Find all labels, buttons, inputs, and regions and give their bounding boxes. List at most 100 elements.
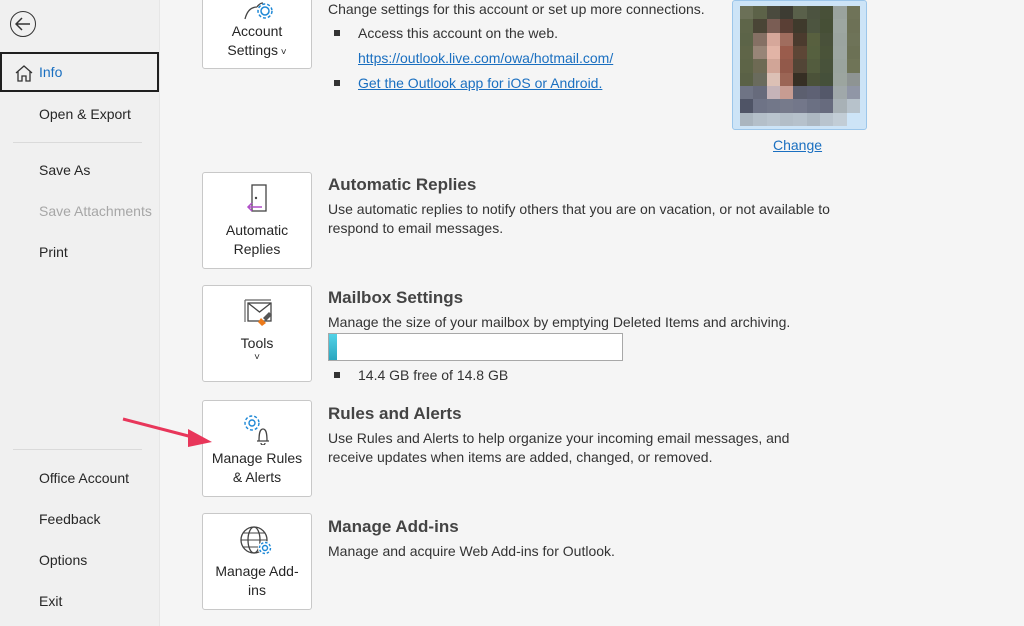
avatar-pixel bbox=[833, 6, 847, 20]
account-settings-button[interactable]: Account Settings ˅ bbox=[202, 0, 312, 69]
manage-addins-section: Manage Add-ins Manage and acquire Web Ad… bbox=[328, 517, 838, 561]
automatic-replies-button[interactable]: Automatic Replies bbox=[202, 172, 312, 269]
avatar-pixel bbox=[819, 45, 834, 60]
globe-settings-icon bbox=[240, 526, 272, 555]
avatar-pixel bbox=[819, 72, 834, 86]
sidebar-item-label: Print bbox=[39, 244, 68, 260]
sidebar-item-office-account[interactable]: Office Account bbox=[0, 458, 160, 498]
section-description: Manage and acquire Web Add-ins for Outlo… bbox=[328, 543, 615, 559]
avatar-pixel bbox=[806, 19, 820, 33]
chevron-down-icon: ˅ bbox=[254, 352, 260, 363]
pixelated-avatar bbox=[740, 6, 860, 126]
account-settings-icon bbox=[244, 2, 273, 20]
avatar-pixel bbox=[740, 45, 754, 60]
sidebar-item-options[interactable]: Options bbox=[0, 540, 160, 580]
rules-alerts-icon bbox=[244, 415, 269, 445]
avatar-pixel bbox=[740, 19, 754, 33]
avatar-pixel bbox=[806, 6, 820, 20]
tile-label: Manage Add-ins bbox=[215, 563, 299, 598]
avatar-pixel bbox=[779, 19, 794, 33]
avatar-pixel bbox=[740, 85, 754, 100]
avatar-pixel bbox=[819, 85, 834, 100]
avatar-pixel bbox=[753, 112, 767, 126]
profile-photo[interactable] bbox=[732, 0, 867, 130]
avatar-pixel bbox=[806, 112, 820, 126]
avatar-pixel bbox=[806, 99, 820, 113]
avatar-pixel bbox=[793, 19, 807, 33]
home-icon bbox=[15, 65, 33, 82]
avatar-pixel bbox=[819, 99, 834, 113]
avatar-pixel bbox=[806, 72, 820, 86]
avatar-pixel bbox=[740, 32, 754, 46]
manage-addins-button[interactable]: Manage Add-ins bbox=[202, 513, 312, 610]
bullet-icon bbox=[334, 80, 340, 86]
sidebar-item-label: Open & Export bbox=[39, 106, 131, 122]
avatar-pixel bbox=[819, 32, 834, 46]
avatar-pixel bbox=[833, 45, 847, 60]
sidebar-item-save-attachments: Save Attachments bbox=[0, 191, 160, 231]
avatar-pixel bbox=[740, 112, 754, 126]
tile-label: Manage Rules & Alerts bbox=[211, 450, 303, 485]
change-photo-link[interactable]: Change bbox=[773, 137, 822, 153]
avatar-pixel bbox=[846, 59, 860, 73]
sidebar-item-label: Feedback bbox=[39, 511, 101, 527]
section-description: Manage the size of your mailbox by empty… bbox=[328, 314, 791, 330]
tile-label: Account Settings bbox=[227, 23, 283, 58]
avatar-pixel bbox=[766, 85, 780, 100]
avatar-pixel bbox=[833, 32, 847, 46]
avatar-pixel bbox=[846, 19, 860, 33]
avatar-pixel bbox=[846, 99, 860, 113]
tools-button[interactable]: Tools ˅ bbox=[202, 285, 312, 382]
avatar-pixel bbox=[753, 19, 767, 33]
sidebar-item-save-as[interactable]: Save As bbox=[0, 150, 160, 190]
automatic-replies-section: Automatic Replies Use automatic replies … bbox=[328, 175, 838, 238]
section-description: Use automatic replies to notify others t… bbox=[328, 201, 830, 236]
sidebar-item-print[interactable]: Print bbox=[0, 232, 160, 272]
sidebar-item-label: Info bbox=[39, 64, 63, 80]
avatar-pixel bbox=[793, 72, 807, 86]
avatar-pixel bbox=[779, 6, 794, 20]
manage-rules-alerts-button[interactable]: Manage Rules & Alerts bbox=[202, 400, 312, 497]
access-web-text: Access this account on the web. bbox=[358, 25, 558, 41]
avatar-pixel bbox=[819, 6, 834, 20]
avatar-pixel bbox=[793, 99, 807, 113]
avatar-pixel bbox=[766, 45, 780, 60]
sidebar-item-feedback[interactable]: Feedback bbox=[0, 499, 160, 539]
sidebar-item-label: Exit bbox=[39, 593, 63, 609]
section-title: Manage Add-ins bbox=[328, 517, 459, 536]
avatar-pixel bbox=[753, 32, 767, 46]
avatar-pixel bbox=[819, 112, 834, 126]
sidebar-item-label: Save As bbox=[39, 162, 91, 178]
outlook-app-link[interactable]: Get the Outlook app for iOS or Android. bbox=[358, 74, 602, 93]
avatar-pixel bbox=[793, 6, 807, 20]
back-button[interactable] bbox=[10, 11, 36, 37]
avatar-pixel bbox=[793, 32, 807, 46]
section-description: Use Rules and Alerts to help organize yo… bbox=[328, 430, 790, 465]
tile-label: Automatic Replies bbox=[225, 222, 289, 257]
rules-alerts-section: Rules and Alerts Use Rules and Alerts to… bbox=[328, 404, 838, 467]
annotation-arrow-icon bbox=[122, 417, 212, 447]
avatar-pixel bbox=[779, 72, 794, 86]
owa-link[interactable]: https://outlook.live.com/owa/hotmail.com… bbox=[358, 50, 613, 66]
avatar-pixel bbox=[846, 6, 860, 20]
sidebar-item-label: Options bbox=[39, 552, 88, 568]
section-title: Automatic Replies bbox=[328, 175, 477, 194]
avatar-pixel bbox=[766, 32, 780, 46]
sidebar-item-exit[interactable]: Exit bbox=[0, 581, 160, 621]
sidebar-item-info[interactable]: Info bbox=[0, 52, 159, 92]
avatar-pixel bbox=[846, 85, 860, 100]
avatar-pixel bbox=[833, 19, 847, 33]
avatar-pixel bbox=[806, 32, 820, 46]
avatar-pixel bbox=[779, 59, 794, 73]
avatar-pixel bbox=[779, 85, 794, 100]
bullet-icon bbox=[334, 30, 340, 36]
avatar-pixel bbox=[766, 99, 780, 113]
sidebar-divider bbox=[13, 142, 142, 143]
avatar-pixel bbox=[833, 99, 847, 113]
avatar-pixel bbox=[779, 45, 794, 60]
sidebar-item-open-export[interactable]: Open & Export bbox=[0, 94, 160, 134]
avatar-pixel bbox=[753, 45, 767, 60]
avatar-pixel bbox=[846, 32, 860, 46]
avatar-pixel bbox=[740, 99, 754, 113]
chevron-down-icon: ˅ bbox=[277, 47, 287, 58]
